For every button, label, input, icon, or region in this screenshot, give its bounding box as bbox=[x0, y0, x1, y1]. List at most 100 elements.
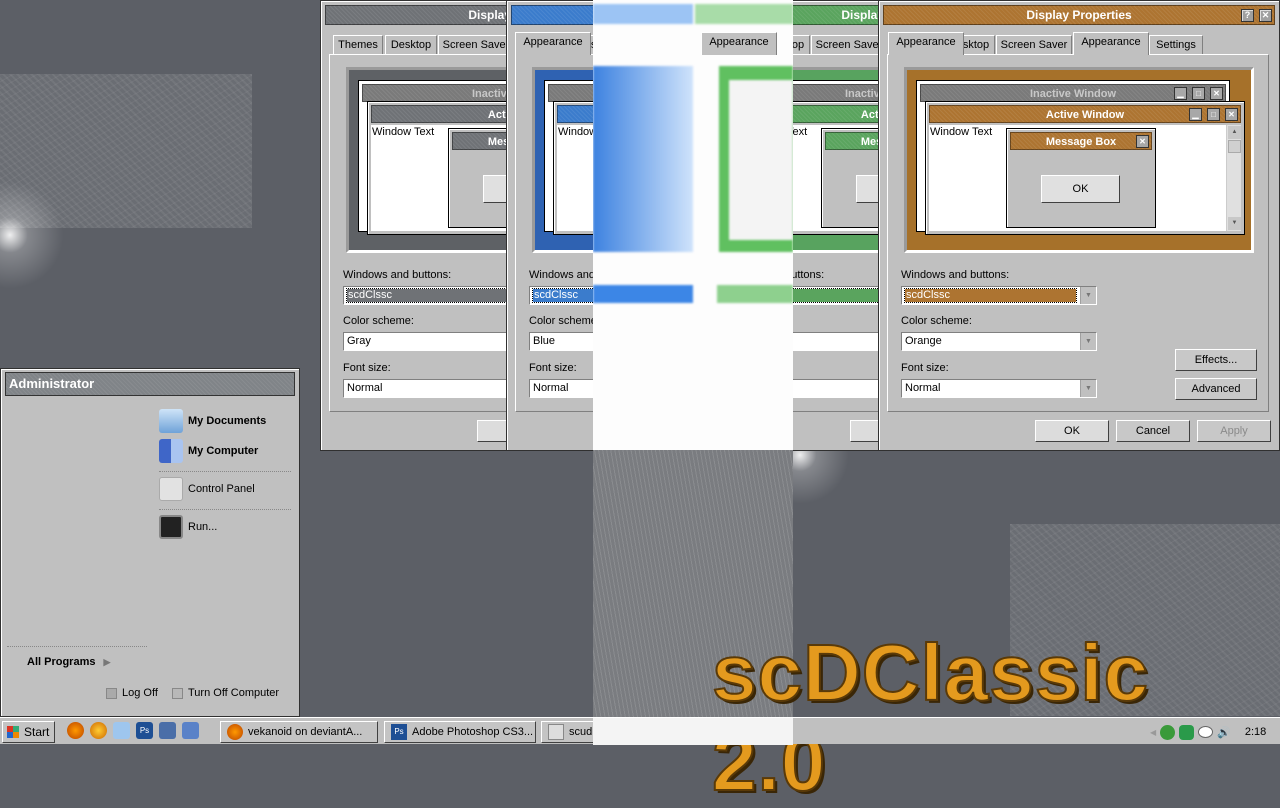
color-scheme-value: Orange bbox=[905, 335, 942, 347]
chevron-left-icon[interactable]: ◀ bbox=[1150, 728, 1156, 737]
maximize-icon: □ bbox=[1192, 87, 1205, 100]
item-label: Run... bbox=[188, 521, 218, 533]
folder-icon bbox=[159, 409, 183, 433]
chat-bubble-icon[interactable] bbox=[1198, 726, 1214, 738]
start-menu-user: Administrator bbox=[5, 372, 295, 396]
color-scheme-select[interactable]: Orange ▼ bbox=[901, 332, 1097, 351]
task-label: vekanoid on deviantA... bbox=[248, 726, 363, 738]
task-label: Adobe Photoshop CS3... bbox=[412, 726, 534, 738]
color-scheme-label: Color scheme: bbox=[529, 315, 600, 327]
tab-desktop[interactable]: Desktop bbox=[385, 35, 437, 55]
turn-off-button[interactable]: Turn Off Computer bbox=[172, 687, 279, 699]
maximize-icon: □ bbox=[1207, 108, 1220, 121]
window-text: Window Text bbox=[930, 126, 993, 138]
window-text: Window Text bbox=[372, 126, 435, 138]
volume-icon[interactable]: 🔊 bbox=[1217, 726, 1231, 739]
dialog-titlebar[interactable]: Display Properties ? ✕ bbox=[883, 5, 1275, 25]
aim-icon[interactable] bbox=[90, 722, 107, 739]
chevron-down-icon[interactable]: ▼ bbox=[1080, 333, 1096, 350]
scroll-up-icon[interactable]: ▲ bbox=[1228, 126, 1241, 139]
display-properties-dialog-orange: Display Properties ? ✕ Themes Desktop Sc… bbox=[878, 0, 1280, 451]
close-icon: ✕ bbox=[1210, 87, 1223, 100]
tab-appearance[interactable]: Appearance bbox=[515, 32, 591, 55]
font-size-label: Font size: bbox=[529, 362, 577, 374]
arrow-right-icon: ▶ bbox=[103, 657, 111, 667]
scrollbar[interactable]: ▲ ▼ bbox=[1226, 125, 1241, 231]
close-button[interactable]: ✕ bbox=[1259, 9, 1272, 22]
clock: 2:18 bbox=[1244, 726, 1267, 738]
chevron-down-icon[interactable]: ▼ bbox=[1080, 287, 1096, 304]
start-item-my-computer[interactable]: My Computer bbox=[159, 438, 258, 464]
windows-buttons-select[interactable]: scdClssc▼ bbox=[901, 286, 1097, 305]
font-size-value: Normal bbox=[905, 382, 941, 394]
ok-button[interactable]: OK bbox=[1035, 420, 1109, 442]
windows-logo-icon bbox=[7, 726, 19, 738]
color-scheme-label: Color scheme: bbox=[901, 315, 972, 327]
task-photoshop[interactable]: Ps Adobe Photoshop CS3... bbox=[384, 721, 536, 743]
selected-value: scdClssc bbox=[904, 288, 1077, 303]
task-label: scud bbox=[569, 726, 593, 738]
start-item-control-panel[interactable]: Control Panel bbox=[159, 476, 255, 502]
close-icon: ✕ bbox=[1136, 135, 1149, 148]
tab-screen-saver[interactable]: Screen Saver bbox=[438, 35, 514, 55]
font-size-value: Normal bbox=[347, 382, 383, 394]
tab-settings[interactable]: Settings bbox=[1149, 35, 1203, 55]
appearance-preview: Inactive Window ▁ □ ✕ Active Window ▁ □ ✕ Wi… bbox=[904, 67, 1254, 253]
tab-appearance[interactable]: Appearance bbox=[1073, 32, 1149, 55]
utorrent-icon[interactable] bbox=[1160, 724, 1176, 740]
taskbar-strip-overlay bbox=[593, 718, 793, 745]
taskbar: Start Ps vekanoid on deviantA... Ps Adobe… bbox=[0, 717, 1280, 745]
advanced-button[interactable]: Advanced bbox=[1175, 378, 1257, 400]
effects-button[interactable]: Effects... bbox=[1175, 349, 1257, 371]
all-programs-label: All Programs bbox=[27, 656, 96, 668]
chevron-down-icon[interactable]: ▼ bbox=[1080, 380, 1096, 397]
photoshop-icon[interactable]: Ps bbox=[136, 722, 153, 739]
all-programs-button[interactable]: All Programs ▶ bbox=[27, 656, 110, 668]
close-icon: ✕ bbox=[1225, 108, 1238, 121]
start-item-run[interactable]: Run... bbox=[159, 514, 217, 540]
color-scheme-value: Blue bbox=[533, 335, 556, 347]
tab-screen-saver[interactable]: Screen Saver bbox=[811, 35, 887, 55]
start-menu: Administrator My Documents My Computer C… bbox=[0, 368, 300, 717]
tab-appearance[interactable]: Appearance bbox=[701, 32, 777, 55]
start-item-my-documents[interactable]: My Documents bbox=[159, 408, 266, 434]
separator bbox=[159, 471, 291, 472]
dialog-title: Display Properties bbox=[1026, 8, 1132, 22]
font-size-select[interactable]: Normal ▼ bbox=[901, 379, 1097, 398]
minimize-icon: ▁ bbox=[1189, 108, 1202, 121]
preview-ok-button: OK bbox=[1041, 175, 1120, 203]
scroll-down-icon[interactable]: ▼ bbox=[1228, 217, 1241, 230]
selected-value: scdClssc bbox=[346, 288, 519, 303]
app-tray-icon[interactable] bbox=[1179, 724, 1195, 740]
font-size-label: Font size: bbox=[901, 362, 949, 374]
apply-button[interactable]: Apply bbox=[1197, 420, 1271, 442]
item-label: My Documents bbox=[188, 415, 267, 427]
task-firefox[interactable]: vekanoid on deviantA... bbox=[220, 721, 378, 743]
tab-appearance[interactable]: Appearance bbox=[888, 32, 964, 55]
start-label: Start bbox=[24, 725, 50, 739]
log-off-button[interactable]: Log Off bbox=[106, 687, 158, 699]
color-scheme-value: Gray bbox=[347, 335, 371, 347]
windows-buttons-label: Windows and buttons: bbox=[343, 269, 452, 281]
item-label: Control Panel bbox=[188, 483, 255, 495]
scroll-thumb[interactable] bbox=[1228, 140, 1241, 153]
font-size-value: Normal bbox=[533, 382, 569, 394]
start-button[interactable]: Start bbox=[2, 721, 55, 743]
window-icon[interactable] bbox=[113, 722, 130, 739]
message-box-titlebar: Message Box ✕ bbox=[1010, 132, 1152, 150]
active-titlebar: Active Window ▁ □ ✕ bbox=[929, 105, 1241, 123]
blurred-transition-strip bbox=[593, 0, 793, 450]
active-title: Active Window bbox=[1045, 109, 1125, 121]
tab-themes[interactable]: Themes bbox=[333, 35, 383, 55]
power-icon bbox=[172, 687, 183, 699]
tab-screen-saver[interactable]: Screen Saver bbox=[996, 35, 1072, 55]
inactive-titlebar: Inactive Window ▁ □ ✕ bbox=[920, 84, 1226, 102]
firefox-icon bbox=[227, 724, 243, 740]
help-button[interactable]: ? bbox=[1241, 9, 1254, 22]
player-icon[interactable] bbox=[182, 722, 199, 739]
log-off-label: Log Off bbox=[122, 687, 158, 699]
app-icon[interactable] bbox=[159, 722, 176, 739]
turn-off-label: Turn Off Computer bbox=[188, 687, 280, 699]
cancel-button[interactable]: Cancel bbox=[1116, 420, 1190, 442]
firefox-icon[interactable] bbox=[67, 722, 84, 739]
